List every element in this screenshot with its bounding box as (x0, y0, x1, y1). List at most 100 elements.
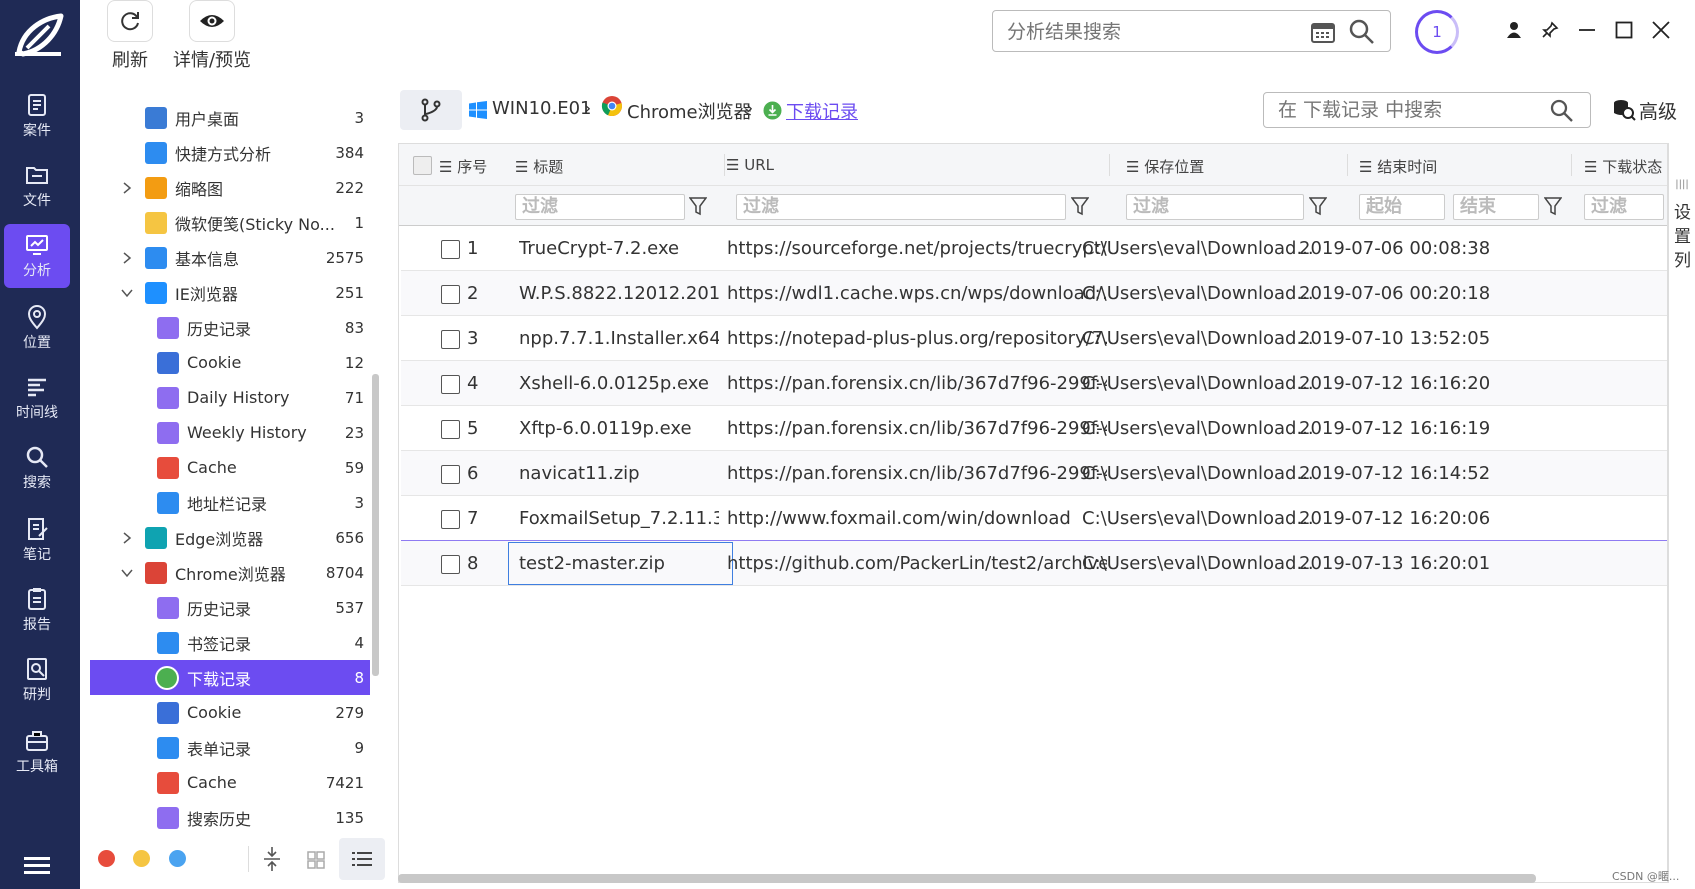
column-divider[interactable] (724, 154, 725, 176)
column-seq[interactable]: ☰ 序号 (439, 156, 487, 177)
row-checkbox[interactable] (441, 510, 460, 529)
tree-item[interactable]: 搜索历史 135 (90, 800, 370, 835)
cell-url[interactable]: https://wdl1.cache.wps.cn/wps/download/.… (727, 283, 1107, 304)
collapse-all-icon[interactable] (262, 846, 282, 872)
tree-item[interactable]: Cache 7421 (90, 765, 370, 800)
table-row[interactable]: 5 Xftp-6.0.0119p.exe https://pan.forensix.… (401, 406, 1667, 451)
cell-url[interactable]: https://sourceforge.net/projects/truecry… (727, 238, 1107, 259)
column-url[interactable]: ☰ URL (726, 156, 774, 174)
table-row[interactable]: 2 W.P.S.8822.12012.2019.... https://wdl1.c… (401, 271, 1667, 316)
tree-item[interactable]: Chrome浏览器 8704 (90, 555, 370, 590)
select-all-checkbox[interactable] (413, 156, 432, 175)
nav-item-6[interactable]: 笔记 (4, 508, 70, 572)
breadcrumb-browser[interactable]: Chrome浏览器 (627, 98, 752, 124)
nav-item-7[interactable]: 报告 (4, 578, 70, 642)
nav-item-5[interactable]: 搜索 (4, 436, 70, 500)
cell-location[interactable]: C:\Users\eval\Download... (1082, 238, 1312, 259)
maximize-icon[interactable] (1612, 18, 1636, 42)
cell-title[interactable]: TrueCrypt-7.2.exe (519, 238, 719, 259)
refresh-button[interactable]: 刷新 (106, 0, 154, 72)
menu-icon[interactable] (24, 856, 50, 876)
grid-search-icon[interactable] (1550, 99, 1574, 123)
row-checkbox[interactable] (441, 555, 460, 574)
grid-horizontal-scrollbar[interactable] (398, 874, 1536, 883)
breadcrumb-current[interactable]: 下载记录 (786, 98, 858, 124)
red-dot[interactable] (98, 850, 115, 867)
column-divider[interactable] (1571, 154, 1572, 176)
filter-icon[interactable] (1071, 196, 1089, 216)
blue-dot[interactable] (169, 850, 186, 867)
cell-url[interactable]: https://pan.forensix.cn/lib/367d7f96-299… (727, 418, 1107, 439)
grid-search-box[interactable] (1263, 92, 1591, 128)
row-checkbox[interactable] (441, 285, 460, 304)
cell-url[interactable]: https://github.com/PackerLin/test2/archi… (727, 553, 1107, 574)
tree-item[interactable]: 微软便笺(Sticky No... 1 (90, 205, 370, 240)
chevron-down-icon[interactable] (120, 566, 134, 580)
cell-url[interactable]: https://pan.forensix.cn/lib/367d7f96-299… (727, 463, 1107, 484)
column-end-time[interactable]: ☰ 结束时间 (1359, 156, 1437, 177)
table-row[interactable]: 4 Xshell-6.0.0125p.exe https://pan.forensi… (401, 361, 1667, 406)
cell-title[interactable]: Xshell-6.0.0125p.exe (519, 373, 719, 394)
nav-item-0[interactable]: 案件 (4, 84, 70, 148)
chevron-down-icon[interactable] (120, 286, 134, 300)
cell-url[interactable]: https://notepad-plus-plus.org/repository… (727, 328, 1107, 349)
grid-view-icon[interactable] (306, 850, 326, 870)
branch-button[interactable] (400, 90, 462, 130)
row-checkbox[interactable] (441, 420, 460, 439)
set-columns-button[interactable]: |||| 设置列 (1668, 143, 1695, 883)
preview-button[interactable]: 详情/预览 (170, 0, 254, 72)
cell-title[interactable]: navicat11.zip (519, 463, 719, 484)
tree-item[interactable]: Edge浏览器 656 (90, 520, 370, 555)
cell-location[interactable]: C:\Users\eval\Download... (1082, 283, 1312, 304)
column-divider[interactable] (1347, 154, 1348, 176)
filter-icon[interactable] (1544, 196, 1562, 216)
location-filter-input[interactable]: 过滤 (1126, 194, 1304, 220)
grid-search-input[interactable] (1278, 98, 1548, 122)
table-row[interactable]: 6 navicat11.zip https://pan.forensix.cn/li… (401, 451, 1667, 496)
tree-item[interactable]: Cookie 279 (90, 695, 370, 730)
tree-item[interactable]: 用户桌面 3 (90, 100, 370, 135)
nav-item-4[interactable]: 时间线 (4, 366, 70, 430)
tree-item[interactable]: 快捷方式分析 384 (90, 135, 370, 170)
tree-item[interactable]: 历史记录 537 (90, 590, 370, 625)
tree-item[interactable]: 历史记录 83 (90, 310, 370, 345)
cell-title[interactable]: test2-master.zip (519, 553, 719, 574)
cell-location[interactable]: C:\Users\eval\Download... (1082, 463, 1312, 484)
tree-item[interactable]: 下载记录 8 (90, 660, 370, 695)
table-row[interactable]: 3 npp.7.7.1.Installer.x64.e... https://not… (401, 316, 1667, 361)
nav-item-8[interactable]: 研判 (4, 648, 70, 712)
row-checkbox[interactable] (441, 465, 460, 484)
table-row[interactable]: 8 test2-master.zip https://github.com/Pack… (401, 541, 1667, 586)
cell-title[interactable]: W.P.S.8822.12012.2019.... (519, 283, 719, 304)
column-title[interactable]: ☰ 标题 (515, 156, 563, 177)
tree-item[interactable]: 基本信息 2575 (90, 240, 370, 275)
row-checkbox[interactable] (441, 240, 460, 259)
table-row[interactable]: 1 TrueCrypt-7.2.exe https://sourceforge.ne… (401, 226, 1667, 271)
cell-title[interactable]: Xftp-6.0.0119p.exe (519, 418, 719, 439)
title-filter-input[interactable]: 过滤 (515, 194, 685, 220)
chevron-right-icon[interactable] (120, 181, 134, 195)
cell-location[interactable]: C:\Users\eval\Download... (1082, 553, 1312, 574)
tree-item[interactable]: 缩略图 222 (90, 170, 370, 205)
start-time-filter[interactable]: 起始 (1359, 194, 1445, 220)
cell-location[interactable]: C:\Users\eval\Download... (1082, 373, 1312, 394)
cell-url[interactable]: https://pan.forensix.cn/lib/367d7f96-299… (727, 373, 1107, 394)
calendar-icon[interactable] (1311, 21, 1335, 43)
tree-item[interactable]: Weekly History 23 (90, 415, 370, 450)
nav-item-1[interactable]: 文件 (4, 154, 70, 218)
chevron-right-icon[interactable] (120, 531, 134, 545)
nav-item-2[interactable]: 分析 (4, 224, 70, 288)
cell-title[interactable]: FoxmailSetup_7.2.11.30... (519, 508, 719, 529)
user-icon[interactable] (1502, 18, 1526, 42)
column-location[interactable]: ☰ 保存位置 (1126, 156, 1204, 177)
tree-scrollbar[interactable] (372, 374, 379, 676)
nav-item-3[interactable]: 位置 (4, 296, 70, 360)
filter-icon[interactable] (689, 196, 707, 216)
cell-location[interactable]: C:\Users\eval\Download... (1082, 418, 1312, 439)
analysis-search-box[interactable] (992, 10, 1391, 52)
table-row[interactable]: 7 FoxmailSetup_7.2.11.30... http://www.fox… (401, 496, 1667, 541)
close-icon[interactable] (1649, 18, 1673, 42)
list-view-button[interactable] (339, 838, 385, 880)
tree-item[interactable]: Daily History 71 (90, 380, 370, 415)
cell-title[interactable]: npp.7.7.1.Installer.x64.e... (519, 328, 719, 349)
